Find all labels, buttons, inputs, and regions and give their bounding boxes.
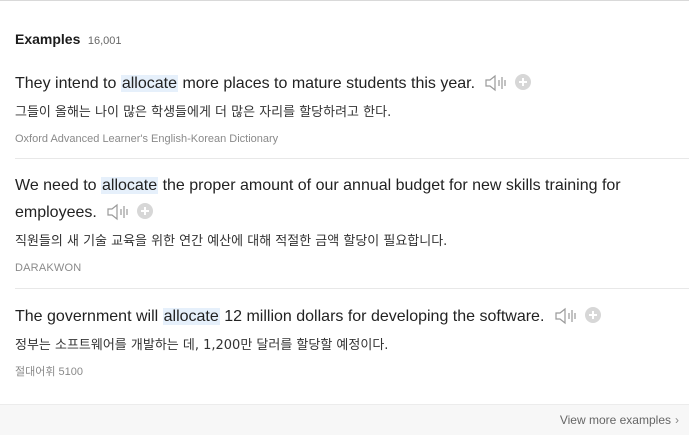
sentence-text: We need to bbox=[15, 177, 101, 194]
example-sentence: We need to allocate the proper amount of… bbox=[15, 172, 675, 230]
chevron-right-icon: › bbox=[675, 413, 679, 427]
speaker-icon[interactable] bbox=[555, 307, 579, 334]
sentence-text: They intend to bbox=[15, 75, 121, 92]
example-sentence: The government will allocate 12 million … bbox=[15, 303, 675, 334]
example-source: Oxford Advanced Learner's English-Korean… bbox=[15, 133, 279, 145]
speaker-icon[interactable] bbox=[107, 203, 131, 230]
add-icon[interactable] bbox=[515, 74, 532, 90]
divider bbox=[15, 288, 689, 289]
example-item: They intend to allocate more places to m… bbox=[15, 70, 675, 147]
highlighted-word: allocate bbox=[162, 308, 220, 325]
examples-count: 16,001 bbox=[87, 35, 122, 47]
highlighted-word: allocate bbox=[100, 177, 159, 194]
sentence-text: 12 million dollars for developing the so… bbox=[219, 308, 545, 325]
example-item: The government will allocate 12 million … bbox=[15, 303, 675, 380]
example-translation: 그들이 올해는 나이 많은 학생들에게 더 많은 자리를 할당하려고 한다. bbox=[15, 105, 392, 120]
example-source: DARAKWON bbox=[15, 262, 82, 274]
example-translation: 직원들의 새 기술 교육을 위한 연간 예산에 대해 적절한 금액 할당이 필요… bbox=[15, 234, 448, 249]
view-more-examples-link[interactable]: View more examples › bbox=[560, 413, 679, 427]
example-item: We need to allocate the proper amount of… bbox=[15, 172, 675, 276]
footer-bar: View more examples › bbox=[0, 404, 689, 435]
example-translation: 정부는 소프트웨어를 개발하는 데, 1,200만 달러를 할당할 예정이다. bbox=[15, 338, 389, 353]
divider bbox=[15, 158, 689, 159]
add-icon[interactable] bbox=[584, 307, 601, 323]
speaker-icon[interactable] bbox=[485, 74, 509, 101]
sentence-text: The government will bbox=[15, 308, 163, 325]
examples-header: Examples 16,001 bbox=[15, 31, 121, 49]
sentence-text: more places to mature students this year… bbox=[178, 75, 476, 92]
example-sentence: They intend to allocate more places to m… bbox=[15, 70, 675, 101]
highlighted-word: allocate bbox=[120, 75, 178, 92]
view-more-label: View more examples bbox=[559, 413, 671, 427]
add-icon[interactable] bbox=[137, 203, 154, 219]
top-divider bbox=[0, 0, 689, 1]
example-source: 절대어휘 5100 bbox=[15, 366, 84, 378]
section-title: Examples bbox=[15, 31, 81, 47]
